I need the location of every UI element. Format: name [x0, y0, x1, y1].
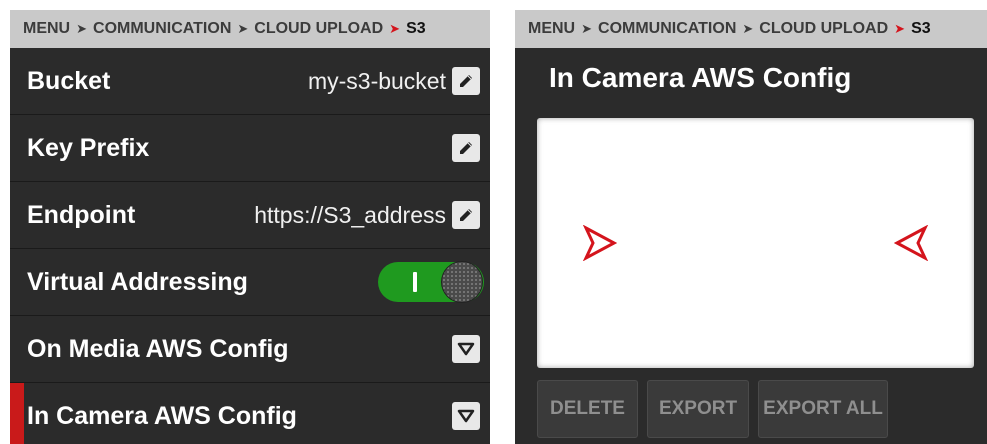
toggle-on-indicator: [413, 272, 417, 292]
edit-endpoint-button[interactable]: [452, 201, 480, 229]
virtual-addressing-toggle[interactable]: [378, 262, 484, 302]
chevron-down-icon: [457, 409, 475, 423]
breadcrumb-item-communication[interactable]: COMMUNICATION: [598, 20, 736, 38]
endpoint-value: https://S3_address: [254, 201, 446, 228]
breadcrumb-item-menu[interactable]: MENU: [23, 20, 70, 38]
breadcrumb-chevron-icon: ➤: [237, 21, 249, 36]
menu-row-bucket[interactable]: Bucket my-s3-bucket: [10, 48, 490, 115]
breadcrumb-chevron-icon: ➤: [742, 21, 754, 36]
arrow-right-icon[interactable]: [583, 225, 617, 261]
export-button[interactable]: EXPORT: [647, 380, 749, 438]
breadcrumb-chevron-icon: ➤: [894, 21, 906, 36]
breadcrumb-item-s3: S3: [406, 20, 426, 37]
left-panel: MENU ➤ COMMUNICATION ➤ CLOUD UPLOAD ➤ S3…: [10, 10, 490, 444]
menu-row-endpoint[interactable]: Endpoint https://S3_address: [10, 182, 490, 249]
expand-in-camera-config-button[interactable]: [452, 402, 480, 430]
pencil-icon: [460, 75, 472, 87]
row-label: Bucket: [27, 66, 111, 95]
row-label: Key Prefix: [27, 133, 150, 162]
breadcrumb-item-cloud-upload[interactable]: CLOUD UPLOAD: [254, 20, 383, 38]
edit-bucket-button[interactable]: [452, 67, 480, 95]
action-buttons: DELETE EXPORT EXPORT ALL: [537, 380, 888, 438]
selected-indicator: [10, 383, 24, 444]
page-title: In Camera AWS Config: [549, 62, 852, 93]
chevron-down-icon: [457, 342, 475, 356]
edit-key-prefix-button[interactable]: [452, 134, 480, 162]
toggle-knob[interactable]: [442, 262, 482, 302]
breadcrumb-item-menu[interactable]: MENU: [528, 20, 575, 38]
pencil-icon: [460, 209, 472, 221]
row-label: Endpoint: [27, 200, 136, 229]
export-all-button[interactable]: EXPORT ALL: [758, 380, 888, 438]
breadcrumb-item-s3: S3: [911, 20, 931, 37]
breadcrumb: MENU ➤ COMMUNICATION ➤ CLOUD UPLOAD ➤ S3: [515, 10, 987, 48]
arrow-left-icon[interactable]: [894, 225, 928, 261]
breadcrumb-item-cloud-upload[interactable]: CLOUD UPLOAD: [759, 20, 888, 38]
row-label: On Media AWS Config: [27, 334, 289, 363]
breadcrumb-item-communication[interactable]: COMMUNICATION: [93, 20, 231, 38]
bucket-value: my-s3-bucket: [307, 67, 446, 94]
breadcrumb-chevron-icon: ➤: [581, 21, 593, 36]
row-label: Virtual Addressing: [27, 267, 248, 296]
row-label: In Camera AWS Config: [27, 401, 297, 430]
expand-on-media-config-button[interactable]: [452, 335, 480, 363]
menu-row-in-camera-aws-config[interactable]: In Camera AWS Config: [10, 383, 490, 444]
config-list-box[interactable]: [537, 118, 974, 368]
menu-row-virtual-addressing[interactable]: Virtual Addressing: [10, 249, 490, 316]
pencil-icon: [460, 142, 472, 154]
breadcrumb: MENU ➤ COMMUNICATION ➤ CLOUD UPLOAD ➤ S3: [10, 10, 490, 48]
breadcrumb-chevron-icon: ➤: [389, 21, 401, 36]
delete-button[interactable]: DELETE: [537, 380, 638, 438]
right-panel: MENU ➤ COMMUNICATION ➤ CLOUD UPLOAD ➤ S3…: [515, 10, 987, 444]
menu-row-on-media-aws-config[interactable]: On Media AWS Config: [10, 316, 490, 383]
breadcrumb-chevron-icon: ➤: [76, 21, 88, 36]
menu-row-key-prefix[interactable]: Key Prefix: [10, 115, 490, 182]
